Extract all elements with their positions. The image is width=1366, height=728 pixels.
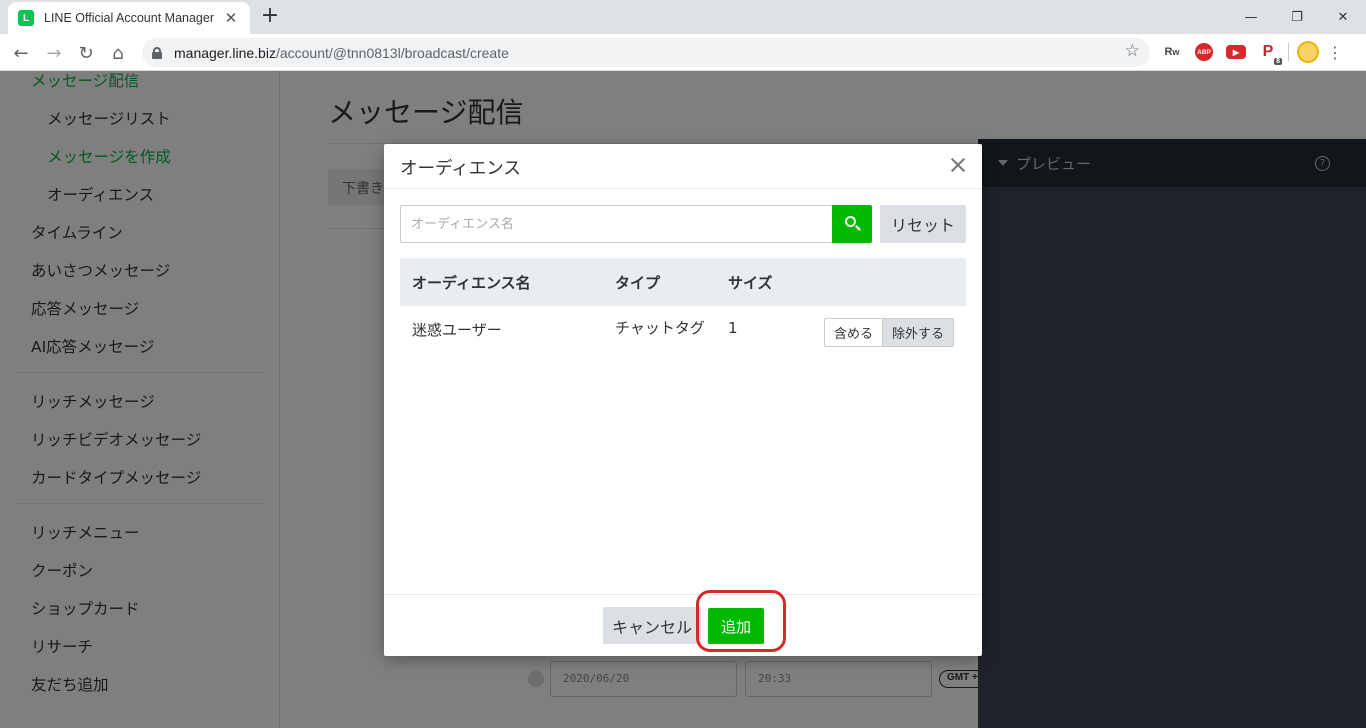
- audience-search-input[interactable]: [400, 205, 832, 243]
- p-extension-icon[interactable]: P8: [1256, 40, 1282, 65]
- search-button[interactable]: [832, 205, 872, 243]
- youtube-extension-icon: ▶: [1226, 45, 1246, 59]
- url-field[interactable]: manager.line.biz/account/@tnn0813l/broad…: [142, 38, 1150, 67]
- app: メッセージ配信 メッセージリスト メッセージを作成 オーディエンス タイムライン…: [0, 71, 1366, 728]
- close-icon[interactable]: [946, 153, 970, 177]
- reset-button[interactable]: リセット: [880, 205, 966, 243]
- window-controls: — ❐ ✕: [1228, 0, 1366, 34]
- extensions-area: Rw ABP ▶ P8 ⋮: [1160, 40, 1343, 65]
- modal-footer: キャンセル 追加: [384, 594, 982, 656]
- forward-arrow-icon[interactable]: →: [41, 40, 67, 66]
- column-header-size: サイズ: [728, 274, 773, 292]
- reload-icon[interactable]: ↻: [73, 40, 99, 66]
- include-exclude-toggle: 含める 除外する: [824, 318, 955, 347]
- audience-table-header: オーディエンス名 タイプ サイズ: [400, 258, 966, 306]
- url-path: /account/@tnn0813l/broadcast/create: [275, 44, 509, 61]
- new-tab-icon[interactable]: +: [258, 5, 282, 29]
- tab-title: LINE Official Account Manager: [44, 11, 214, 25]
- window-close-icon[interactable]: ✕: [1320, 0, 1366, 34]
- home-icon[interactable]: ⌂: [105, 40, 131, 66]
- adblock-extension-wrapper[interactable]: ABP: [1192, 40, 1216, 64]
- search-icon: [845, 216, 856, 227]
- back-arrow-icon[interactable]: ←: [8, 40, 34, 66]
- adblock-extension-icon: ABP: [1195, 43, 1213, 61]
- table-row: 迷惑ユーザー チャットタグ 1 含める 除外する: [400, 306, 966, 370]
- column-header-name: オーディエンス名: [412, 274, 531, 292]
- column-header-type: タイプ: [615, 274, 661, 292]
- modal-header: オーディエンス: [384, 144, 982, 189]
- line-favicon-icon: L: [18, 10, 34, 26]
- minimize-icon[interactable]: —: [1228, 0, 1274, 34]
- include-button[interactable]: 含める: [824, 318, 884, 347]
- address-bar: ← → ↻ ⌂ manager.line.biz/account/@tnn081…: [0, 34, 1366, 71]
- browser-tab-bar: L LINE Official Account Manager ✕ + — ❐ …: [0, 0, 1366, 34]
- toolbar-separator: [1288, 43, 1289, 61]
- browser-tab[interactable]: L LINE Official Account Manager ✕: [8, 2, 250, 34]
- lock-icon: [152, 46, 162, 59]
- bookmark-star-icon[interactable]: ☆: [1125, 41, 1140, 61]
- rw-extension-icon[interactable]: Rw: [1160, 40, 1184, 64]
- url-host: manager.line.biz: [174, 44, 276, 61]
- modal-title: オーディエンス: [400, 159, 521, 179]
- url-text: manager.line.biz/account/@tnn0813l/broad…: [174, 45, 509, 61]
- exclude-button[interactable]: 除外する: [883, 318, 955, 347]
- restore-icon[interactable]: ❐: [1274, 0, 1320, 34]
- browser-menu-icon[interactable]: ⋮: [1327, 43, 1343, 62]
- audience-type-cell: チャットタグ: [615, 319, 705, 337]
- audience-modal: オーディエンス リセット オーディエンス名 タイプ サイズ 迷惑ユーザー チャッ…: [384, 144, 982, 656]
- profile-avatar[interactable]: [1297, 41, 1319, 63]
- audience-name-cell: 迷惑ユーザー: [412, 321, 502, 339]
- audience-size-cell: 1: [728, 319, 738, 337]
- extension-badge: 8: [1274, 58, 1282, 65]
- youtube-extension-wrapper[interactable]: ▶: [1224, 40, 1248, 64]
- tab-close-icon[interactable]: ✕: [222, 9, 240, 27]
- cancel-button[interactable]: キャンセル: [603, 607, 701, 644]
- annotation-highlight-ring: [696, 590, 786, 652]
